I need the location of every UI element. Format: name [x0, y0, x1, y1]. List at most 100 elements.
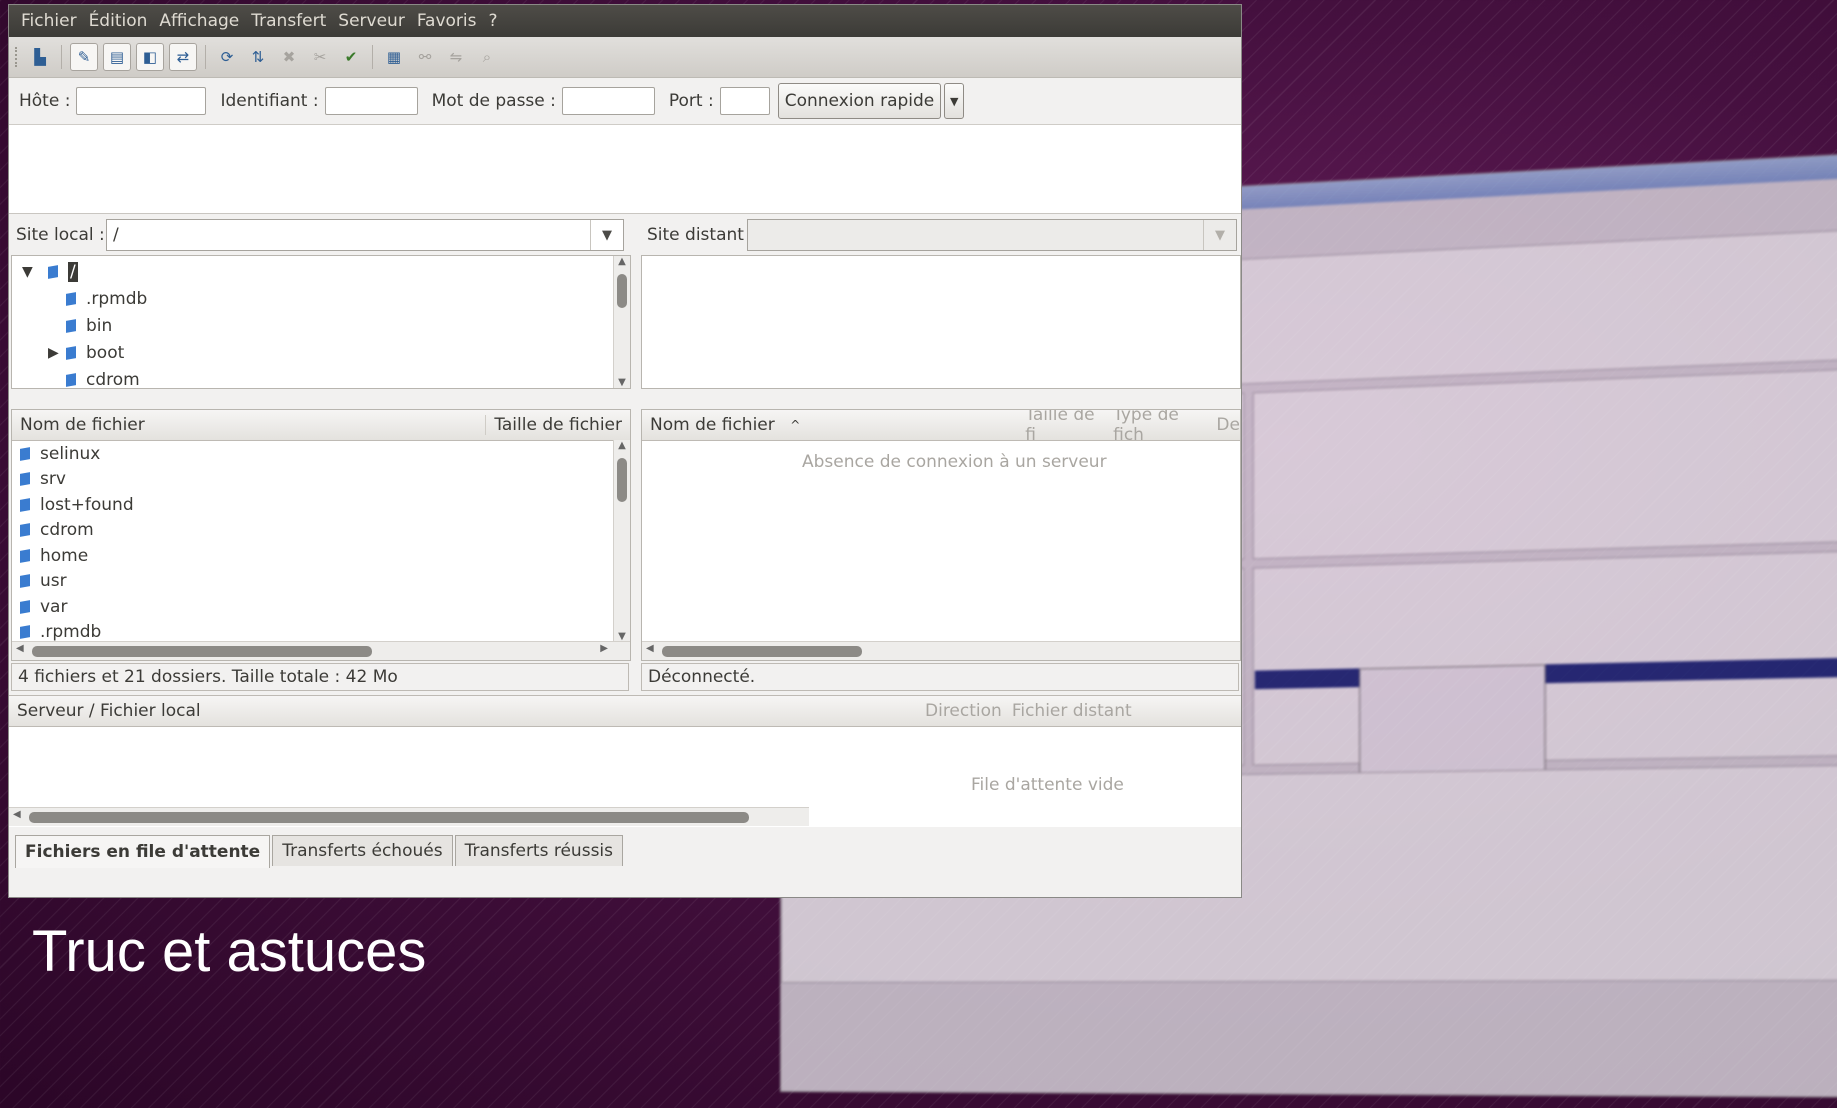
scroll-right-icon[interactable]: ▶ — [600, 643, 608, 654]
folder-icon — [66, 372, 76, 387]
tree-item-boot[interactable]: ▶ boot — [22, 339, 630, 366]
tree-item-root[interactable]: ▼ / — [22, 258, 630, 285]
transfer-queue-toggle-icon[interactable]: ⇄ — [169, 43, 197, 71]
refresh-icon[interactable]: ⟳ — [214, 44, 240, 70]
menu-transfert[interactable]: Transfert — [245, 11, 332, 31]
background-remote-tree — [1252, 366, 1837, 560]
remote-column-filename[interactable]: Nom de fichier — [642, 415, 790, 435]
column-filesize[interactable]: Taille de fichier — [485, 415, 622, 435]
local-path-value: / — [113, 225, 119, 245]
remote-tree — [641, 255, 1241, 389]
queue-hscrollbar[interactable]: ◀ — [9, 807, 809, 826]
file-name: usr — [40, 571, 67, 592]
sync-browse-icon[interactable]: ⇋ — [443, 44, 469, 70]
menu-serveur[interactable]: Serveur — [332, 11, 411, 31]
tab-queued-files[interactable]: Fichiers en file d'attente — [15, 835, 271, 868]
remote-tree-toggle-icon[interactable]: ◧ — [136, 43, 164, 71]
scroll-left-icon[interactable]: ◀ — [16, 643, 24, 654]
remote-path-dropdown-icon[interactable]: ▼ — [1203, 220, 1236, 250]
scroll-thumb[interactable] — [617, 458, 627, 502]
queue-empty-message: File d'attente vide — [971, 775, 1124, 795]
scroll-thumb[interactable] — [32, 646, 372, 657]
scroll-thumb[interactable] — [617, 274, 627, 308]
list-item[interactable]: var — [12, 594, 630, 620]
host-input[interactable] — [76, 87, 207, 115]
remote-path-combo[interactable]: ▼ — [747, 219, 1237, 251]
file-name: cdrom — [40, 520, 94, 541]
quickconnect-dropdown-icon[interactable]: ▼ — [944, 83, 965, 119]
tab-failed-transfers[interactable]: Transferts échoués — [272, 835, 453, 866]
queue-column-direction[interactable]: Direction — [925, 701, 1002, 721]
tree-item-label: boot — [86, 342, 125, 363]
list-item[interactable]: home — [12, 543, 630, 569]
scroll-thumb[interactable] — [662, 646, 862, 657]
filezilla-window: Fichier Édition Affichage Transfert Serv… — [8, 4, 1242, 898]
local-site-label: Site local : — [16, 225, 105, 245]
site-manager-icon[interactable]: ▙ — [27, 44, 53, 70]
user-label: Identifiant : — [220, 91, 319, 111]
file-name: home — [40, 545, 89, 566]
local-list-vscrollbar[interactable]: ▲ ▼ — [613, 440, 630, 642]
list-item[interactable]: usr — [12, 569, 630, 595]
local-path-dropdown-icon[interactable]: ▼ — [590, 220, 623, 250]
disconnect-icon[interactable]: ✂ — [307, 44, 333, 70]
queue-column-remote-file[interactable]: Fichier distant — [1012, 701, 1132, 721]
menu-affichage[interactable]: Affichage — [153, 11, 245, 31]
folder-icon — [20, 599, 30, 614]
toolbar-grip — [15, 47, 21, 67]
reconnect-icon[interactable]: ✔ — [338, 44, 364, 70]
tab-successful-transfers[interactable]: Transferts réussis — [454, 835, 624, 866]
list-item[interactable]: cdrom — [12, 518, 630, 544]
tree-item-rpmdb[interactable]: .rpmdb — [22, 285, 630, 312]
local-panel: Site local : / ▼ ▼ / .rpmdb bin ▶ boot c… — [9, 215, 631, 695]
folder-icon — [48, 264, 58, 279]
column-filename[interactable]: Nom de fichier — [12, 415, 145, 435]
folder-icon — [66, 291, 76, 306]
list-item[interactable]: srv — [12, 467, 630, 493]
collapse-arrow-icon[interactable]: ▼ — [22, 264, 40, 280]
expand-arrow-icon[interactable]: ▶ — [48, 345, 66, 361]
scroll-left-icon[interactable]: ◀ — [13, 809, 21, 820]
local-tree-scrollbar[interactable]: ▲ ▼ — [613, 256, 630, 388]
remote-list-hscrollbar[interactable]: ◀ — [642, 641, 1240, 660]
local-status: 4 fichiers et 21 dossiers. Taille totale… — [11, 663, 629, 691]
tree-item-cdrom[interactable]: cdrom — [22, 366, 630, 388]
scroll-down-icon[interactable]: ▼ — [614, 377, 630, 388]
quickconnect-button[interactable]: Connexion rapide — [777, 83, 942, 119]
file-name: lost+found — [40, 494, 134, 515]
remote-list-header: Nom de fichier ^ Taille de fi Type de fi… — [642, 410, 1240, 445]
remote-column-date[interactable]: De — [1216, 415, 1240, 435]
scroll-up-icon[interactable]: ▲ — [614, 256, 630, 267]
port-input[interactable] — [719, 87, 770, 115]
queue-column-server[interactable]: Serveur / Fichier local — [17, 701, 797, 721]
local-tree-toggle-icon[interactable]: ▤ — [103, 43, 131, 71]
folder-icon — [66, 318, 76, 333]
search-icon[interactable]: ⌕ — [474, 44, 500, 70]
folder-icon — [20, 472, 30, 487]
local-list-hscrollbar[interactable]: ◀ ▶ — [12, 641, 630, 660]
cancel-icon[interactable]: ✖ — [276, 44, 302, 70]
menu-edition[interactable]: Édition — [83, 11, 154, 31]
local-path-combo[interactable]: / ▼ — [106, 219, 624, 251]
message-log-toggle-icon[interactable]: ✎ — [70, 43, 98, 71]
list-item[interactable]: lost+found — [12, 492, 630, 518]
scroll-up-icon[interactable]: ▲ — [614, 440, 630, 451]
scroll-thumb[interactable] — [29, 812, 749, 823]
compare-icon[interactable]: ⚯ — [412, 44, 438, 70]
tree-item-bin[interactable]: bin — [22, 312, 630, 339]
folder-icon — [20, 625, 30, 640]
scroll-left-icon[interactable]: ◀ — [646, 643, 654, 654]
menu-favoris[interactable]: Favoris — [411, 11, 483, 31]
remote-column-filetype[interactable]: Type de fich — [1113, 410, 1208, 445]
toolbar-separator — [372, 45, 373, 69]
menu-help[interactable]: ? — [482, 11, 503, 31]
filter-icon[interactable]: ▦ — [381, 44, 407, 70]
remote-column-filesize[interactable]: Taille de fi — [1025, 410, 1105, 445]
user-input[interactable] — [324, 87, 418, 115]
list-item[interactable]: selinux — [12, 441, 630, 467]
process-queue-icon[interactable]: ⇅ — [245, 44, 271, 70]
password-input[interactable] — [561, 87, 655, 115]
menu-fichier[interactable]: Fichier — [15, 11, 83, 31]
sort-ascending-icon: ^ — [790, 418, 801, 432]
port-label: Port : — [668, 91, 714, 111]
